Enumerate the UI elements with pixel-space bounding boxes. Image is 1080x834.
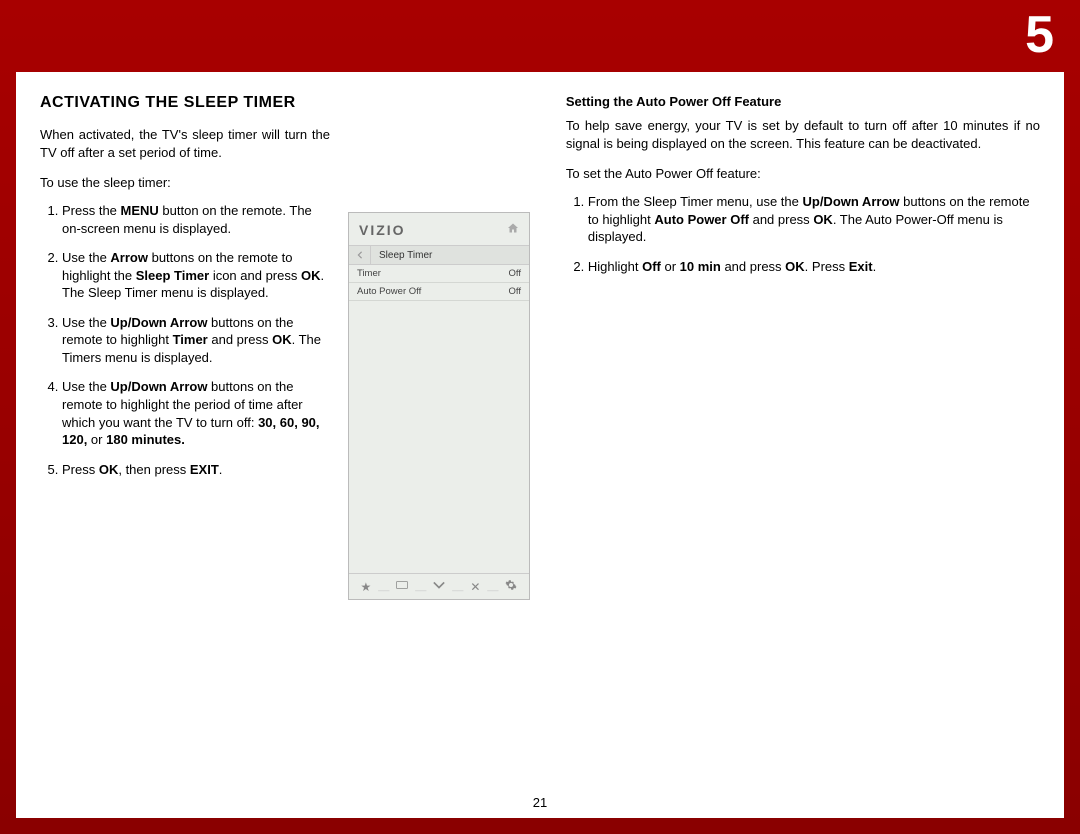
section-title: Activating the Sleep Timer	[40, 94, 330, 112]
intro-paragraph: When activated, the TV's sleep timer wil…	[40, 126, 330, 161]
osd-row-label: Auto Power Off	[357, 286, 421, 297]
osd-row: Timer Off	[349, 265, 529, 283]
chapter-number: 5	[1025, 5, 1054, 65]
text: .	[873, 259, 877, 274]
step-item: Press OK, then press EXIT.	[62, 461, 330, 479]
bold-text: 180 minutes.	[106, 432, 185, 447]
text: or	[661, 259, 680, 274]
text: .	[219, 462, 223, 477]
bold-text: Exit	[849, 259, 873, 274]
steps-list: From the Sleep Timer menu, use the Up/Do…	[566, 193, 1040, 275]
bold-text: 10 min	[680, 259, 721, 274]
vizio-logo: VIZIO	[359, 222, 406, 238]
star-icon: ★	[360, 580, 371, 594]
text: . Press	[805, 259, 849, 274]
page-body: Activating the Sleep Timer When activate…	[16, 72, 1064, 818]
osd-menu-screenshot: VIZIO Sleep Timer Timer	[348, 212, 530, 600]
close-icon: ✕	[470, 580, 480, 594]
bold-text: OK	[99, 462, 119, 477]
back-arrow-icon	[349, 246, 371, 264]
text: Use the	[62, 379, 110, 394]
text: and press	[208, 332, 272, 347]
text: Use the	[62, 250, 110, 265]
steps-list: Press the MENU button on the remote. The…	[40, 202, 330, 478]
text: From the Sleep Timer menu, use the	[588, 194, 803, 209]
osd-row-label: Timer	[357, 268, 381, 279]
step-item: From the Sleep Timer menu, use the Up/Do…	[588, 193, 1040, 246]
osd-row-value: Off	[509, 268, 522, 279]
text: icon and press	[209, 268, 301, 283]
text: or	[87, 432, 106, 447]
osd-row-value: Off	[509, 286, 522, 297]
bold-text: Up/Down Arrow	[110, 379, 207, 394]
lead-in-text: To set the Auto Power Off feature:	[566, 166, 1040, 181]
lead-in-text: To use the sleep timer:	[40, 175, 330, 190]
step-item: Use the Up/Down Arrow buttons on the rem…	[62, 378, 330, 448]
text: and press	[721, 259, 785, 274]
osd-footer: ★__ __ __ ✕__	[349, 573, 529, 599]
subheading: Setting the Auto Power Off Feature	[566, 94, 1040, 109]
step-item: Press the MENU button on the remote. The…	[62, 202, 330, 237]
osd-breadcrumb: Sleep Timer	[349, 245, 529, 265]
bold-text: Up/Down Arrow	[110, 315, 207, 330]
page-number: 21	[16, 795, 1064, 810]
breadcrumb-label: Sleep Timer	[371, 250, 432, 261]
step-item: Highlight Off or 10 min and press OK. Pr…	[588, 258, 1040, 276]
bold-text: Timer	[173, 332, 208, 347]
bold-text: Arrow	[110, 250, 148, 265]
bold-text: Auto Power Off	[654, 212, 749, 227]
gear-icon	[505, 579, 517, 594]
osd-row: Auto Power Off Off	[349, 283, 529, 301]
bold-text: OK	[813, 212, 833, 227]
home-icon	[507, 221, 519, 239]
step-item: Use the Arrow buttons on the remote to h…	[62, 249, 330, 302]
bold-text: OK	[785, 259, 805, 274]
step-item: Use the Up/Down Arrow buttons on the rem…	[62, 314, 330, 367]
wide-icon	[396, 579, 408, 594]
bold-text: MENU	[121, 203, 159, 218]
bold-text: OK	[301, 268, 321, 283]
text: and press	[749, 212, 813, 227]
text: Press the	[62, 203, 121, 218]
text: Highlight	[588, 259, 642, 274]
text: , then press	[118, 462, 190, 477]
chevron-down-icon	[433, 579, 445, 594]
bold-text: Up/Down Arrow	[802, 194, 899, 209]
bold-text: Sleep Timer	[136, 268, 209, 283]
text: Press	[62, 462, 99, 477]
intro-paragraph: To help save energy, your TV is set by d…	[566, 117, 1040, 152]
bold-text: OK	[272, 332, 292, 347]
text: Use the	[62, 315, 110, 330]
bold-text: Off	[642, 259, 661, 274]
bold-text: EXIT	[190, 462, 219, 477]
